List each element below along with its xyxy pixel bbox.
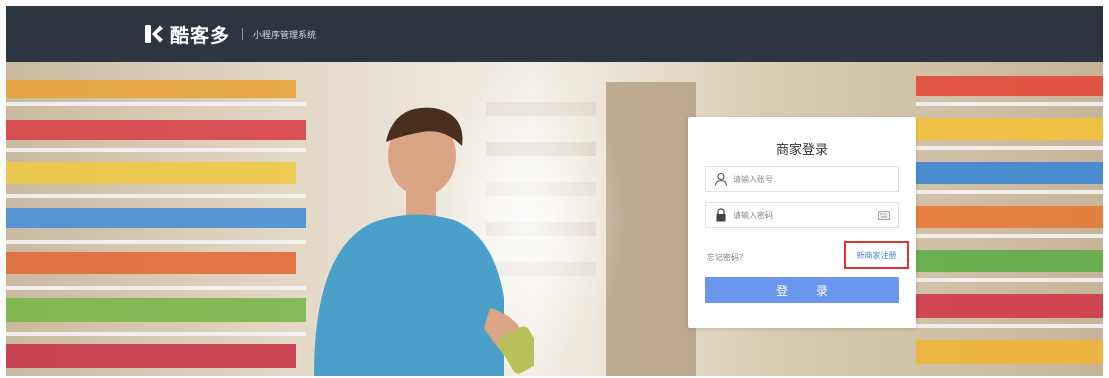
- register-link[interactable]: 新商家注册: [857, 250, 897, 261]
- page: 酷客多 小程序管理系统 商家登录 请输入账号 忘记密码? 新商家注册 登 录: [0, 0, 1109, 378]
- brand-k-icon: [145, 25, 163, 43]
- password-field[interactable]: [705, 202, 899, 228]
- shopper-figure: [314, 107, 534, 376]
- brand-name: 酷客多: [170, 24, 231, 47]
- password-input[interactable]: [733, 206, 873, 224]
- login-title: 商家登录: [775, 143, 828, 158]
- keyboard-icon[interactable]: [878, 211, 890, 220]
- login-button[interactable]: 登 录: [705, 277, 899, 303]
- account-input[interactable]: [733, 170, 873, 188]
- account-field[interactable]: [705, 166, 899, 192]
- lock-icon: [716, 208, 726, 222]
- top-bar: 酷客多 小程序管理系统: [6, 6, 1103, 62]
- system-subtitle: 小程序管理系统: [253, 30, 317, 41]
- register-highlight: 新商家注册: [844, 241, 909, 269]
- user-icon: [714, 172, 728, 186]
- hero-background: [6, 62, 1103, 376]
- forgot-password-link[interactable]: 忘记密码?: [707, 252, 743, 263]
- login-card: 商家登录 忘记密码? 新商家注册: [688, 117, 916, 328]
- brand: 酷客多 小程序管理系统: [144, 22, 317, 47]
- brand-divider: [242, 28, 244, 40]
